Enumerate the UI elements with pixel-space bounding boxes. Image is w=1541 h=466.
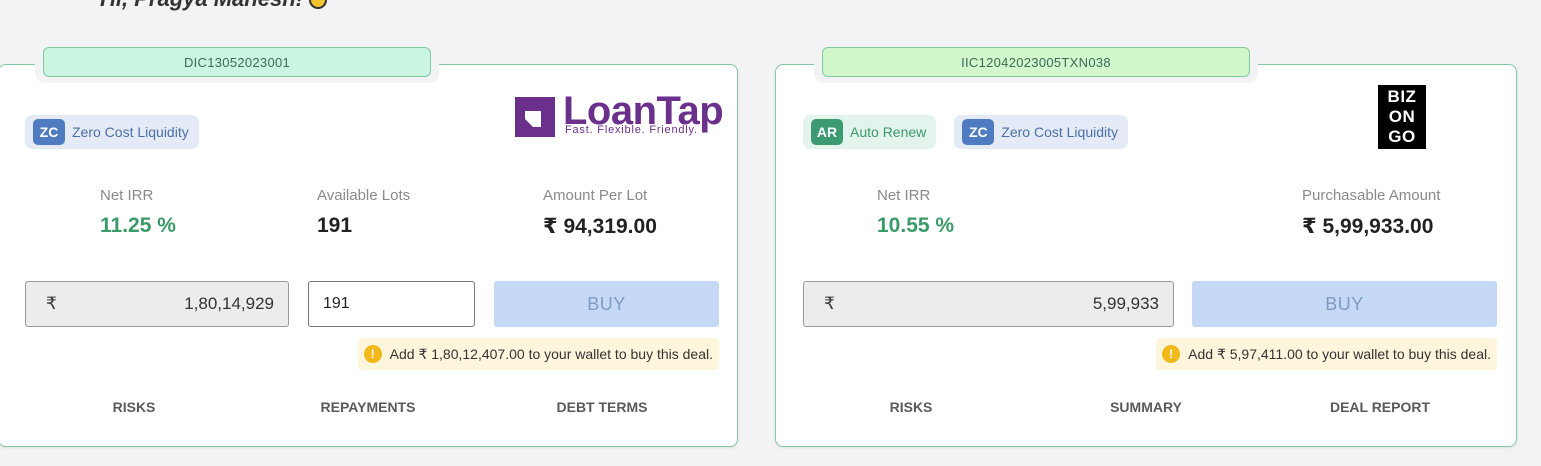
metric-value: 11.25 %: [100, 214, 176, 237]
logo-line: GO: [1388, 127, 1416, 146]
wallet-warning-text: Add ₹ 5,97,411.00 to your wallet to buy …: [1188, 345, 1491, 362]
amount-per-lot-metric: Amount Per Lot ₹ 94,319.00: [543, 187, 657, 239]
auto-renew-badge[interactable]: AR Auto Renew: [803, 115, 937, 149]
metric-value: 10.55 %: [877, 214, 955, 237]
metric-label: Available Lots: [317, 187, 411, 204]
loantap-tagline: Fast. Flexible. Friendly.: [565, 124, 698, 136]
deal-card: IIC12042023005TXN038 AR Auto Renew ZC Ze…: [775, 45, 1517, 447]
warning-icon: !: [363, 345, 382, 363]
badge-label: Zero Cost Liquidity: [1001, 124, 1118, 140]
warning-icon: !: [1162, 345, 1181, 363]
metric-label: Purchasable Amount: [1302, 187, 1441, 204]
deal-card: DIC13052023001 ZC Zero Cost Liquidity Lo…: [0, 45, 738, 447]
buy-button[interactable]: BUY: [1192, 281, 1497, 327]
investment-amount-field[interactable]: ₹ 1,80,14,929: [25, 281, 289, 327]
badge-label: Auto Renew: [850, 124, 927, 140]
rupee-icon: ₹: [46, 294, 57, 313]
deal-id-tag: IIC12042023005TXN038: [822, 47, 1250, 77]
zero-cost-liquidity-badge[interactable]: ZC Zero Cost Liquidity: [954, 115, 1128, 149]
deal-id-tag: DIC13052023001: [43, 47, 431, 77]
metric-value: ₹ 94,319.00: [543, 215, 657, 238]
debt-terms-link[interactable]: DEBT TERMS: [557, 399, 648, 415]
lots-value: 191: [323, 295, 350, 312]
metric-label: Net IRR: [877, 187, 931, 204]
badge-row: ZC Zero Cost Liquidity: [25, 115, 199, 149]
zero-cost-liquidity-badge[interactable]: ZC Zero Cost Liquidity: [25, 115, 199, 149]
metric-label: Net IRR: [100, 187, 154, 204]
net-irr-metric: Net IRR 11.25 %: [100, 187, 176, 238]
logo-line: ON: [1388, 107, 1416, 126]
repayments-link[interactable]: REPAYMENTS: [321, 399, 416, 415]
badge-abbr: ZC: [962, 119, 995, 145]
deal-id-wrap: DIC13052023001: [35, 45, 439, 83]
smile-emoji-icon: [308, 0, 327, 10]
badge-row: AR Auto Renew ZC Zero Cost Liquidity: [803, 115, 1128, 149]
wallet-warning-text: Add ₹ 1,80,12,407.00 to your wallet to b…: [389, 345, 713, 362]
risks-link[interactable]: RISKS: [890, 399, 933, 415]
metric-value: ₹ 5,99,933.00: [1302, 215, 1434, 238]
metric-value: 191: [317, 214, 353, 237]
loantap-logo: LoanTap Fast. Flexible. Friendly.: [515, 89, 727, 141]
deal-id-wrap: IIC12042023005TXN038: [814, 45, 1258, 83]
amount-value: 1,80,14,929: [184, 294, 274, 313]
metric-label: Amount Per Lot: [543, 187, 648, 204]
logo-line: BIZ: [1387, 87, 1417, 106]
rupee-icon: ₹: [824, 294, 835, 313]
badge-abbr: AR: [811, 119, 843, 145]
wallet-warning: ! Add ₹ 5,97,411.00 to your wallet to bu…: [1156, 338, 1497, 370]
badge-label: Zero Cost Liquidity: [72, 124, 189, 140]
loantap-mark-icon: [515, 97, 555, 137]
deal-report-link[interactable]: DEAL REPORT: [1330, 399, 1430, 415]
purchasable-amount-metric: Purchasable Amount ₹ 5,99,933.00: [1302, 187, 1440, 239]
badge-abbr: ZC: [33, 119, 65, 145]
greeting-label: Hi, Pragya Mahesh!: [100, 0, 303, 11]
risks-link[interactable]: RISKS: [113, 399, 156, 415]
greeting-text: Hi, Pragya Mahesh!: [100, 0, 327, 12]
net-irr-metric: Net IRR 10.55 %: [877, 187, 954, 238]
bizongo-logo: BIZ ON GO: [1378, 85, 1426, 149]
summary-link[interactable]: SUMMARY: [1110, 399, 1182, 415]
amount-value: 5,99,933: [1092, 294, 1159, 313]
investment-amount-field[interactable]: ₹ 5,99,933: [803, 281, 1174, 327]
available-lots-metric: Available Lots 191: [317, 187, 410, 238]
wallet-warning: ! Add ₹ 1,80,12,407.00 to your wallet to…: [357, 338, 719, 370]
lots-input[interactable]: 191: [308, 281, 475, 327]
buy-button[interactable]: BUY: [494, 281, 719, 327]
